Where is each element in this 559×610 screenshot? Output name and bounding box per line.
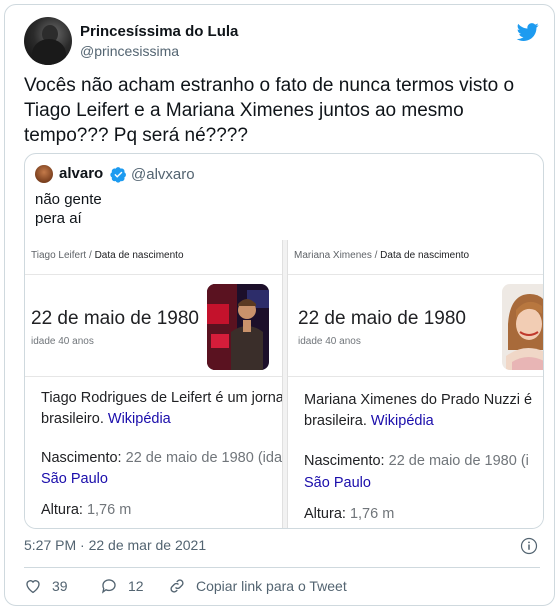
description-line-2: brasileira. Wikipédia xyxy=(304,411,543,432)
verified-badge-icon xyxy=(110,167,126,183)
reply-icon xyxy=(101,579,116,594)
woman-portrait-image xyxy=(502,284,543,370)
description-line: Mariana Ximenes do Prado Nuzzi é xyxy=(304,392,533,408)
fact-label: Nascimento: xyxy=(304,453,385,469)
person-photo xyxy=(502,284,543,370)
tweet-text-line: Vocês não acham estranho o fato de nunca… xyxy=(24,75,515,96)
birth-place-link: São Paulo xyxy=(41,471,108,487)
description-line-2: brasileiro. Wikipédia xyxy=(41,409,282,430)
tweet-card: Princesíssima do Lula @princesissima Voc… xyxy=(4,4,555,606)
wikipedia-link: Wikipédia xyxy=(107,411,171,427)
birth-place-link: São Paulo xyxy=(304,475,371,491)
author-handle[interactable]: @princesissima xyxy=(80,43,179,59)
birth-date: 22 de maio de 1980 xyxy=(298,308,466,329)
height-fact: Altura: 1,76 m xyxy=(41,500,131,521)
crumb-person-name: Mariana Ximenes xyxy=(294,250,372,261)
birth-fact: Nascimento: 22 de maio de 1980 (ida xyxy=(41,448,282,469)
quoted-text-line: pera aí xyxy=(35,210,82,227)
fact-value: 22 de maio de 1980 (i xyxy=(388,453,529,469)
link-icon xyxy=(170,579,184,593)
fact-value: 1,76 m xyxy=(349,506,395,522)
actions-divider xyxy=(24,567,540,568)
author-display-name[interactable]: Princesíssima do Lula xyxy=(80,23,238,40)
fact-value: 22 de maio de 1980 (ida xyxy=(125,450,283,466)
quoted-author-avatar xyxy=(35,165,53,183)
tweet-text: Vocês não acham estranho o fato de nunca… xyxy=(24,73,544,148)
fact-value: 1,76 m xyxy=(86,502,132,518)
tweet-text-line: Tiago Leifert e a Mariana Ximenes juntos… xyxy=(24,100,464,121)
quoted-author-name: alvaro xyxy=(59,165,104,182)
card-description: Mariana Ximenes do Prado Nuzzi é brasile… xyxy=(304,390,543,432)
description-text: brasileiro. xyxy=(41,411,104,427)
info-icon[interactable] xyxy=(520,537,538,555)
search-result-card-right: Mariana Ximenes / Data de nascimento 22 … xyxy=(287,240,543,528)
person-photo xyxy=(207,284,269,370)
birth-date: 22 de maio de 1980 xyxy=(31,308,199,329)
fact-label: Altura: xyxy=(304,506,346,522)
card-breadcrumb: Tiago Leifert / Data de nascimento xyxy=(31,250,184,261)
crumb-separator: / xyxy=(89,250,92,261)
quoted-media-image[interactable]: Tiago Leifert / Data de nascimento 22 de… xyxy=(25,240,543,528)
heart-icon xyxy=(26,580,40,594)
divider xyxy=(25,376,282,377)
crumb-title: Data de nascimento xyxy=(94,250,184,261)
crumb-separator: / xyxy=(374,250,378,261)
tweet-timestamp[interactable]: 5:27 PM · 22 de mar de 2021 xyxy=(24,537,206,553)
card-description: Tiago Rodrigues de Leifert é um jorna br… xyxy=(41,388,283,430)
wikipedia-link: Wikipédia xyxy=(370,413,434,429)
card-breadcrumb: Mariana Ximenes / Data de nascimento xyxy=(294,250,469,261)
fact-label: Nascimento: xyxy=(41,450,122,466)
age-text: idade 40 anos xyxy=(298,336,361,347)
fact-label: Altura: xyxy=(41,502,83,518)
search-result-card-left: Tiago Leifert / Data de nascimento 22 de… xyxy=(25,240,283,528)
tweet-header: Princesíssima do Lula @princesissima xyxy=(24,17,540,65)
author-avatar[interactable] xyxy=(24,17,72,65)
age-text: idade 40 anos xyxy=(31,336,94,347)
like-count: 39 xyxy=(52,578,68,594)
quoted-text-line: não gente xyxy=(35,191,102,208)
divider xyxy=(288,376,543,377)
description-line: Tiago Rodrigues de Leifert é um jorna xyxy=(41,390,283,406)
crumb-person-name: Tiago Leifert xyxy=(31,250,87,261)
divider xyxy=(25,274,282,275)
copy-link-label: Copiar link para o Tweet xyxy=(196,578,347,594)
description-text: brasileira. xyxy=(304,413,367,429)
man-on-stage-image xyxy=(207,284,269,370)
height-fact: Altura: 1,76 m xyxy=(304,504,394,525)
reply-count: 12 xyxy=(128,578,144,594)
divider xyxy=(288,274,543,275)
reply-button[interactable]: 12 xyxy=(100,575,144,597)
quoted-tweet[interactable]: alvaro @alvxaro não gente pera aí Tiago … xyxy=(24,153,544,529)
crumb-title: Data de nascimento xyxy=(380,250,470,261)
birth-fact: Nascimento: 22 de maio de 1980 (i xyxy=(304,451,529,472)
quoted-author-handle: @alvxaro xyxy=(131,166,195,183)
birth-place: São Paulo xyxy=(41,469,108,490)
twitter-bird-icon[interactable] xyxy=(516,21,540,43)
copy-link-button[interactable]: Copiar link para o Tweet xyxy=(168,575,347,597)
birth-place: São Paulo xyxy=(304,473,371,494)
tweet-text-line: tempo??? Pq será né???? xyxy=(24,125,248,146)
quoted-tweet-text: não gente pera aí xyxy=(35,190,102,228)
like-button[interactable]: 39 xyxy=(24,575,68,597)
